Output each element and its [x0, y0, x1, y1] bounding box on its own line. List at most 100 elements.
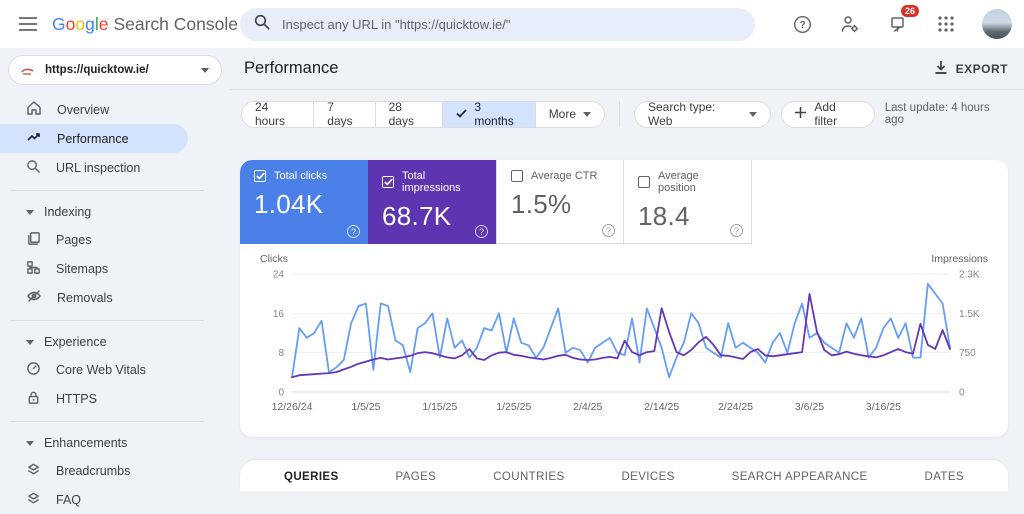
layers-icon [26, 491, 41, 509]
svg-text:1/5/25: 1/5/25 [351, 401, 380, 413]
range-24-hours[interactable]: 24 hours [242, 101, 315, 127]
svg-text:3/6/25: 3/6/25 [795, 401, 824, 413]
checkbox-checked-icon[interactable] [254, 170, 266, 182]
svg-text:2/24/25: 2/24/25 [718, 401, 753, 413]
user-settings-icon[interactable] [838, 12, 862, 36]
svg-text:2.3K: 2.3K [959, 270, 980, 281]
sidebar-item-core-web-vitals[interactable]: Core Web Vitals [0, 355, 230, 384]
add-filter-button[interactable]: Add filter [781, 100, 875, 128]
url-inspect-searchbox[interactable] [240, 8, 755, 41]
search-type-filter[interactable]: Search type: Web [634, 100, 772, 128]
download-icon [934, 60, 948, 78]
metric-card-total-impressions[interactable]: Total impressions 68.7K ? [368, 160, 496, 244]
property-url: https://quicktow.ie/ [45, 64, 149, 76]
tab-dates[interactable]: DATES [920, 462, 968, 491]
sidebar-divider [10, 320, 204, 321]
help-circle-icon[interactable]: ? [602, 224, 615, 237]
magnifier-icon [26, 159, 41, 177]
svg-text:1/25/25: 1/25/25 [496, 401, 531, 413]
performance-chart[interactable]: Clicks Impressions 24 2.3K 16 1.5K 8 750 0 0 12/26… [240, 244, 1008, 435]
notifications-icon[interactable]: 26 [886, 5, 919, 36]
help-icon[interactable]: ? [790, 12, 814, 36]
checkbox-unchecked-icon[interactable] [638, 176, 650, 188]
performance-panel: Total clicks 1.04K ? Total impressions 6… [240, 160, 1008, 437]
tab-search-appearance[interactable]: SEARCH APPEARANCE [728, 462, 872, 491]
tab-devices[interactable]: DEVICES [617, 462, 678, 491]
svg-text:2/4/25: 2/4/25 [573, 401, 602, 413]
speedometer-icon [26, 361, 41, 379]
svg-text:0: 0 [278, 388, 284, 399]
search-input[interactable] [282, 17, 741, 32]
main-content: Performance EXPORT 24 hours 7 days 28 da… [230, 48, 1024, 491]
eye-off-icon [26, 288, 42, 307]
toolbar-divider [619, 101, 620, 127]
collapse-triangle-icon [26, 339, 34, 345]
metric-value: 18.4 [638, 201, 690, 231]
svg-text:Clicks: Clicks [260, 253, 288, 265]
sidebar-item-overview[interactable]: Overview [0, 95, 230, 124]
help-circle-icon[interactable]: ? [730, 224, 743, 237]
tab-countries[interactable]: COUNTRIES [489, 462, 568, 491]
chevron-down-icon [201, 67, 209, 73]
range-28-days[interactable]: 28 days [375, 101, 444, 127]
checkbox-checked-icon[interactable] [382, 176, 394, 188]
hamburger-menu-icon[interactable] [8, 4, 48, 44]
layers-icon [26, 462, 41, 480]
chevron-down-icon [749, 111, 758, 117]
sitemap-icon [26, 260, 41, 278]
sidebar-section-enhancements[interactable]: Enhancements [0, 430, 230, 456]
svg-text:16: 16 [273, 309, 285, 320]
help-circle-icon[interactable]: ? [347, 225, 360, 238]
metric-value: 1.04K [254, 189, 324, 219]
svg-text:3/16/25: 3/16/25 [866, 401, 901, 413]
svg-text:1/15/25: 1/15/25 [422, 401, 457, 413]
avatar[interactable] [982, 9, 1012, 39]
sidebar: https://quicktow.ie/ Overview Performanc… [0, 48, 230, 507]
sidebar-section-indexing[interactable]: Indexing [0, 199, 230, 225]
metric-value: 1.5% [511, 189, 572, 219]
sidebar-divider [10, 190, 204, 191]
sidebar-item-performance[interactable]: Performance [0, 124, 188, 153]
metric-card-average-position[interactable]: Average position 18.4 ? [624, 160, 752, 244]
sidebar-item-breadcrumbs[interactable]: Breadcrumbs [0, 456, 230, 485]
sidebar-item-pages[interactable]: Pages [0, 225, 230, 254]
range-7-days[interactable]: 7 days [314, 101, 376, 127]
sidebar-item-faq[interactable]: FAQ [0, 485, 230, 514]
google-apps-grid-icon[interactable] [934, 12, 958, 36]
app-logo[interactable]: Google Search Console [52, 14, 238, 35]
trending-up-icon [26, 129, 42, 148]
tab-pages[interactable]: PAGES [391, 462, 440, 491]
help-circle-icon[interactable]: ? [475, 225, 488, 238]
home-icon [26, 100, 42, 119]
sidebar-item-sitemaps[interactable]: Sitemaps [0, 254, 230, 283]
metric-card-total-clicks[interactable]: Total clicks 1.04K ? [240, 160, 368, 244]
lock-icon [26, 390, 41, 408]
sidebar-section-experience[interactable]: Experience [0, 329, 230, 355]
sidebar-item-removals[interactable]: Removals [0, 283, 230, 312]
property-selector[interactable]: https://quicktow.ie/ [8, 55, 222, 85]
range-3-months[interactable]: 3 months [443, 101, 536, 127]
svg-text:12/26/24: 12/26/24 [272, 401, 313, 413]
metric-value: 68.7K [382, 201, 452, 231]
svg-text:1.5K: 1.5K [959, 309, 980, 320]
sidebar-item-https[interactable]: HTTPS [0, 384, 230, 413]
tab-queries[interactable]: QUERIES [280, 462, 343, 491]
svg-text:24: 24 [273, 270, 285, 281]
google-wordmark: Google [52, 13, 109, 34]
metric-card-average-ctr[interactable]: Average CTR 1.5% ? [496, 160, 624, 244]
checkbox-unchecked-icon[interactable] [511, 170, 523, 182]
pages-icon [26, 231, 41, 249]
export-button[interactable]: EXPORT [934, 60, 1008, 78]
check-icon [456, 107, 467, 121]
search-icon [254, 14, 270, 35]
notification-badge: 26 [900, 5, 919, 17]
plus-icon [795, 107, 807, 121]
range-more[interactable]: More [535, 101, 605, 127]
chevron-down-icon [583, 111, 592, 117]
sidebar-item-url-inspection[interactable]: URL inspection [0, 153, 230, 182]
page-title: Performance [244, 59, 339, 77]
filter-toolbar: 24 hours 7 days 28 days 3 months More Se… [230, 90, 1024, 138]
dimension-tabs: QUERIES PAGES COUNTRIES DEVICES SEARCH A… [240, 460, 1008, 491]
collapse-triangle-icon [26, 209, 34, 215]
svg-text:2/14/25: 2/14/25 [644, 401, 679, 413]
